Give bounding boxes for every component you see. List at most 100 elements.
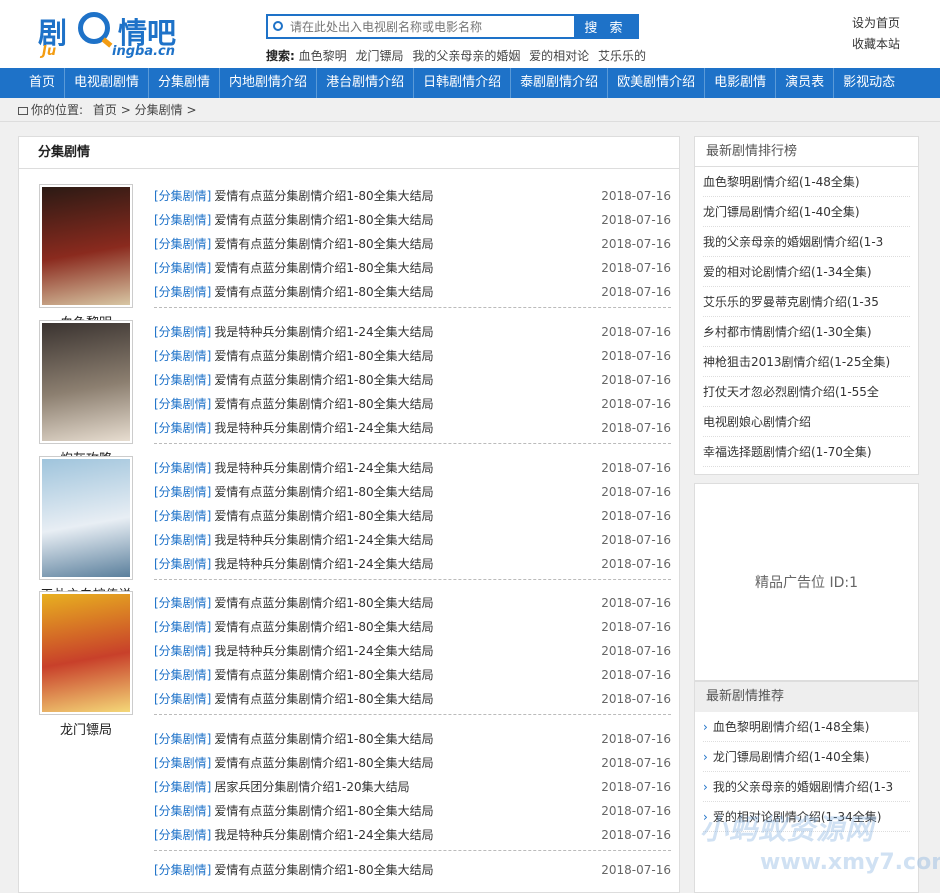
breadcrumb-home[interactable]: 首页 xyxy=(93,103,117,117)
item-title[interactable]: 爱情有点蓝分集剧情介绍1-80全集大结局 xyxy=(214,596,433,610)
item-category[interactable]: [分集剧情] xyxy=(154,285,211,299)
recommend-item[interactable]: 龙门镖局剧情介绍(1-40全集) xyxy=(703,742,910,772)
ranking-item[interactable]: 乡村都市情剧情介绍(1-30全集) xyxy=(703,317,910,347)
ranking-item[interactable]: 龙门镖局剧情介绍(1-40全集) xyxy=(703,197,910,227)
item-title[interactable]: 爱情有点蓝分集剧情介绍1-80全集大结局 xyxy=(214,732,433,746)
item-category[interactable]: [分集剧情] xyxy=(154,397,211,411)
hot-link[interactable]: 我的父亲母亲的婚姻 xyxy=(412,49,520,63)
item-title[interactable]: 我是特种兵分集剧情介绍1-24全集大结局 xyxy=(214,644,433,658)
nav-item-tv[interactable]: 电视剧剧情 xyxy=(64,68,148,98)
item-title[interactable]: 我是特种兵分集剧情介绍1-24全集大结局 xyxy=(214,557,433,571)
list-item[interactable]: [分集剧情] 爱情有点蓝分集剧情介绍1-80全集大结局 2018-07-16 xyxy=(154,280,671,304)
nav-item-thai[interactable]: 泰剧剧情介绍 xyxy=(510,68,607,98)
hot-link[interactable]: 龙门镖局 xyxy=(355,49,403,63)
item-title[interactable]: 爱情有点蓝分集剧情介绍1-80全集大结局 xyxy=(214,668,433,682)
list-item[interactable]: [分集剧情] 爱情有点蓝分集剧情介绍1-80全集大结局 2018-07-16 xyxy=(154,663,671,687)
item-category[interactable]: [分集剧情] xyxy=(154,732,211,746)
hot-link[interactable]: 艾乐乐的 xyxy=(598,49,646,63)
item-title[interactable]: 我是特种兵分集剧情介绍1-24全集大结局 xyxy=(214,421,433,435)
drama-poster[interactable] xyxy=(39,456,133,580)
item-category[interactable]: [分集剧情] xyxy=(154,349,211,363)
item-category[interactable]: [分集剧情] xyxy=(154,692,211,706)
nav-item-mainland[interactable]: 内地剧情介绍 xyxy=(219,68,316,98)
item-title[interactable]: 爱情有点蓝分集剧情介绍1-80全集大结局 xyxy=(214,692,433,706)
item-title[interactable]: 爱情有点蓝分集剧情介绍1-80全集大结局 xyxy=(214,509,433,523)
list-item[interactable]: [分集剧情] 爱情有点蓝分集剧情介绍1-80全集大结局 2018-07-16 xyxy=(154,591,671,615)
item-title[interactable]: 居家兵团分集剧情介绍1-20集大结局 xyxy=(214,780,409,794)
list-item[interactable]: [分集剧情] 爱情有点蓝分集剧情介绍1-80全集大结局 2018-07-16 xyxy=(154,344,671,368)
recommend-item[interactable]: 血色黎明剧情介绍(1-48全集) xyxy=(703,712,910,742)
list-item[interactable]: [分集剧情] 我是特种兵分集剧情介绍1-24全集大结局 2018-07-16 xyxy=(154,528,671,552)
item-title[interactable]: 我是特种兵分集剧情介绍1-24全集大结局 xyxy=(214,533,433,547)
item-category[interactable]: [分集剧情] xyxy=(154,863,211,877)
item-title[interactable]: 爱情有点蓝分集剧情介绍1-80全集大结局 xyxy=(214,213,433,227)
search-input[interactable] xyxy=(290,16,574,37)
site-logo[interactable]: 剧 情吧 Ju ingba.cn xyxy=(38,10,188,62)
ranking-item[interactable]: 血色黎明剧情介绍(1-48全集) xyxy=(703,167,910,197)
item-title[interactable]: 爱情有点蓝分集剧情介绍1-80全集大结局 xyxy=(214,373,433,387)
list-item[interactable]: [分集剧情] 我是特种兵分集剧情介绍1-24全集大结局 2018-07-16 xyxy=(154,456,671,480)
list-item[interactable]: [分集剧情] 居家兵团分集剧情介绍1-20集大结局 2018-07-16 xyxy=(154,775,671,799)
item-category[interactable]: [分集剧情] xyxy=(154,237,211,251)
item-title[interactable]: 爱情有点蓝分集剧情介绍1-80全集大结局 xyxy=(214,804,433,818)
list-item[interactable]: [分集剧情] 我是特种兵分集剧情介绍1-24全集大结局 2018-07-16 xyxy=(154,823,671,847)
ranking-item[interactable]: 电视剧娘心剧情介绍 xyxy=(703,407,910,437)
list-item[interactable]: [分集剧情] 爱情有点蓝分集剧情介绍1-80全集大结局 2018-07-16 xyxy=(154,504,671,528)
search-button[interactable]: 搜 索 xyxy=(574,16,637,37)
item-category[interactable]: [分集剧情] xyxy=(154,189,211,203)
ranking-item[interactable]: 艾乐乐的罗曼蒂克剧情介绍(1-35 xyxy=(703,287,910,317)
list-item[interactable]: [分集剧情] 爱情有点蓝分集剧情介绍1-80全集大结局 2018-07-16 xyxy=(154,858,671,882)
list-item[interactable]: [分集剧情] 爱情有点蓝分集剧情介绍1-80全集大结局 2018-07-16 xyxy=(154,368,671,392)
nav-item-hktw[interactable]: 港台剧情介绍 xyxy=(316,68,413,98)
item-title[interactable]: 我是特种兵分集剧情介绍1-24全集大结局 xyxy=(214,461,433,475)
breadcrumb-current[interactable]: 分集剧情 xyxy=(135,103,183,117)
item-title[interactable]: 爱情有点蓝分集剧情介绍1-80全集大结局 xyxy=(214,397,433,411)
item-category[interactable]: [分集剧情] xyxy=(154,828,211,842)
list-item[interactable]: [分集剧情] 爱情有点蓝分集剧情介绍1-80全集大结局 2018-07-16 xyxy=(154,232,671,256)
ad-slot[interactable]: 精品广告位 ID:1 xyxy=(694,483,919,681)
list-item[interactable]: [分集剧情] 我是特种兵分集剧情介绍1-24全集大结局 2018-07-16 xyxy=(154,639,671,663)
nav-item-news[interactable]: 影视动态 xyxy=(833,68,904,98)
nav-item-movie[interactable]: 电影剧情 xyxy=(704,68,775,98)
hot-link[interactable]: 血色黎明 xyxy=(299,49,347,63)
list-item[interactable]: [分集剧情] 爱情有点蓝分集剧情介绍1-80全集大结局 2018-07-16 xyxy=(154,184,671,208)
item-category[interactable]: [分集剧情] xyxy=(154,213,211,227)
item-category[interactable]: [分集剧情] xyxy=(154,596,211,610)
list-item[interactable]: [分集剧情] 爱情有点蓝分集剧情介绍1-80全集大结局 2018-07-16 xyxy=(154,480,671,504)
item-title[interactable]: 爱情有点蓝分集剧情介绍1-80全集大结局 xyxy=(214,237,433,251)
item-title[interactable]: 爱情有点蓝分集剧情介绍1-80全集大结局 xyxy=(214,261,433,275)
list-item[interactable]: [分集剧情] 我是特种兵分集剧情介绍1-24全集大结局 2018-07-16 xyxy=(154,552,671,576)
item-category[interactable]: [分集剧情] xyxy=(154,668,211,682)
recommend-item[interactable]: 我的父亲母亲的婚姻剧情介绍(1-3 xyxy=(703,772,910,802)
item-category[interactable]: [分集剧情] xyxy=(154,644,211,658)
list-item[interactable]: [分集剧情] 爱情有点蓝分集剧情介绍1-80全集大结局 2018-07-16 xyxy=(154,208,671,232)
list-item[interactable]: [分集剧情] 爱情有点蓝分集剧情介绍1-80全集大结局 2018-07-16 xyxy=(154,799,671,823)
list-item[interactable]: [分集剧情] 我是特种兵分集剧情介绍1-24全集大结局 2018-07-16 xyxy=(154,416,671,440)
item-category[interactable]: [分集剧情] xyxy=(154,325,211,339)
list-item[interactable]: [分集剧情] 爱情有点蓝分集剧情介绍1-80全集大结局 2018-07-16 xyxy=(154,687,671,711)
item-title[interactable]: 爱情有点蓝分集剧情介绍1-80全集大结局 xyxy=(214,285,433,299)
item-title[interactable]: 爱情有点蓝分集剧情介绍1-80全集大结局 xyxy=(214,756,433,770)
nav-item-episodes[interactable]: 分集剧情 xyxy=(148,68,219,98)
item-title[interactable]: 爱情有点蓝分集剧情介绍1-80全集大结局 xyxy=(214,863,433,877)
ranking-item[interactable]: 我的父亲母亲的婚姻剧情介绍(1-3 xyxy=(703,227,910,257)
item-category[interactable]: [分集剧情] xyxy=(154,421,211,435)
item-category[interactable]: [分集剧情] xyxy=(154,373,211,387)
item-category[interactable]: [分集剧情] xyxy=(154,509,211,523)
drama-poster[interactable] xyxy=(39,184,133,308)
list-item[interactable]: [分集剧情] 爱情有点蓝分集剧情介绍1-80全集大结局 2018-07-16 xyxy=(154,615,671,639)
item-title[interactable]: 爱情有点蓝分集剧情介绍1-80全集大结局 xyxy=(214,620,433,634)
list-item[interactable]: [分集剧情] 我是特种兵分集剧情介绍1-24全集大结局 2018-07-16 xyxy=(154,320,671,344)
nav-item-jpkr[interactable]: 日韩剧情介绍 xyxy=(413,68,510,98)
item-category[interactable]: [分集剧情] xyxy=(154,557,211,571)
item-category[interactable]: [分集剧情] xyxy=(154,533,211,547)
set-homepage-link[interactable]: 设为首页 xyxy=(852,16,900,30)
item-category[interactable]: [分集剧情] xyxy=(154,461,211,475)
item-category[interactable]: [分集剧情] xyxy=(154,485,211,499)
hot-link[interactable]: 爱的相对论 xyxy=(529,49,589,63)
nav-item-home[interactable]: 首页 xyxy=(0,68,64,98)
drama-poster[interactable] xyxy=(39,591,133,715)
ranking-item[interactable]: 幸福选择题剧情介绍(1-70全集) xyxy=(703,437,910,467)
list-item[interactable]: [分集剧情] 爱情有点蓝分集剧情介绍1-80全集大结局 2018-07-16 xyxy=(154,727,671,751)
item-category[interactable]: [分集剧情] xyxy=(154,780,211,794)
